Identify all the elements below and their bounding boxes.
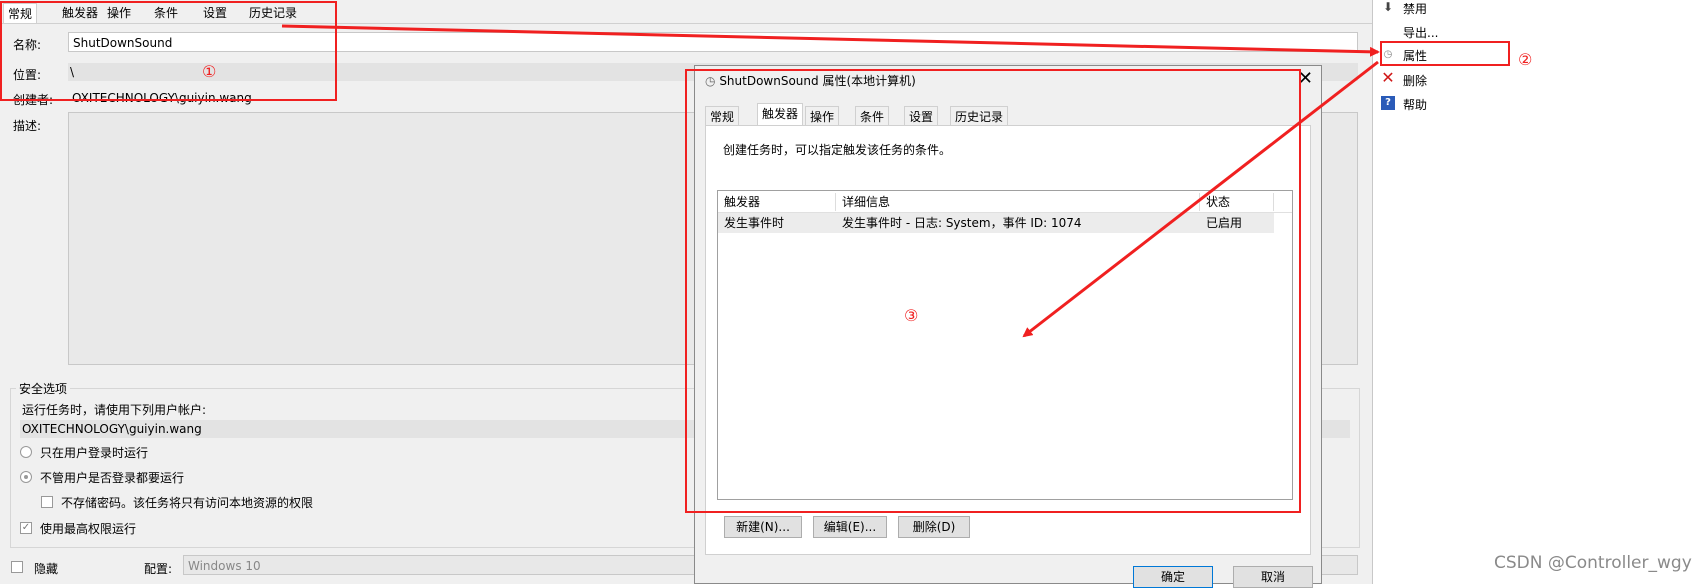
arrow-to-dialog	[1022, 60, 1379, 338]
watermark: CSDN @Controller_wgy	[1494, 553, 1692, 573]
annotation-arrows	[281, 24, 1380, 338]
arrow-to-properties	[281, 24, 1380, 57]
